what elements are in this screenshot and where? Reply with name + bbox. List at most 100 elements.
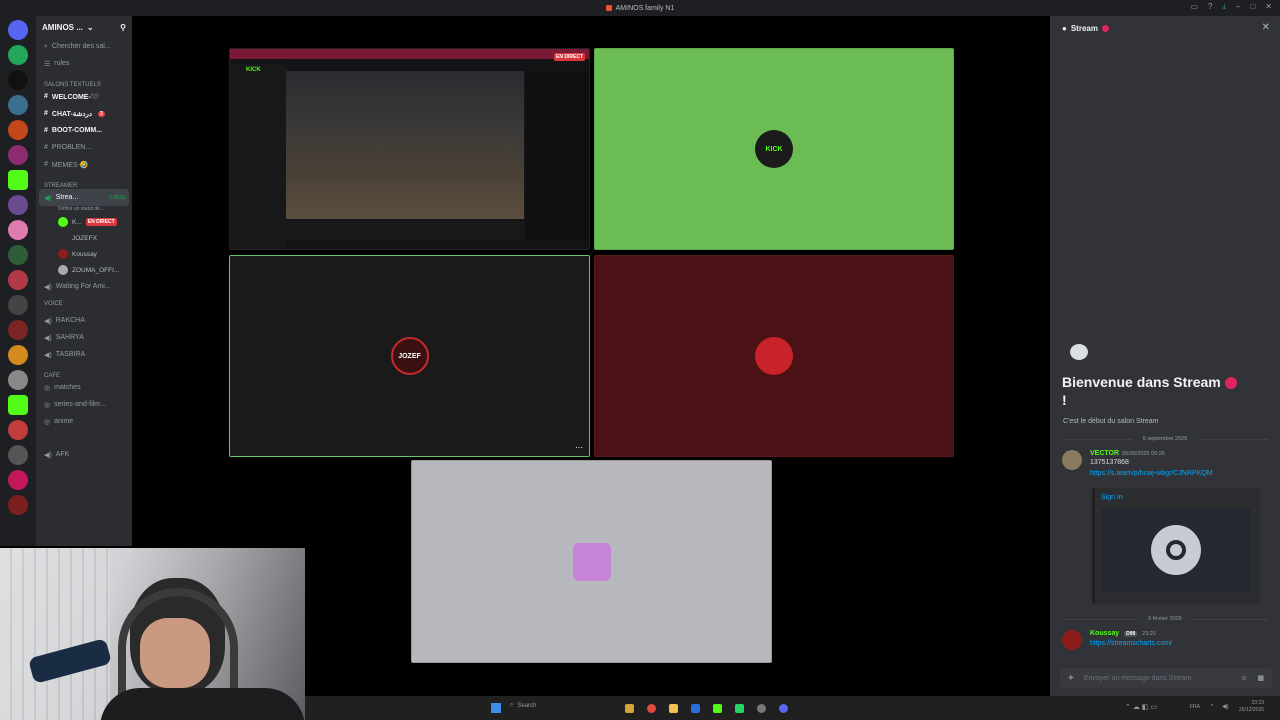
channel-stream[interactable]: ◀) Strea... 1:08:01 — [39, 189, 129, 206]
server-icon[interactable] — [8, 395, 28, 415]
voice-user[interactable]: K... EN DIRECT — [36, 214, 132, 230]
server-icon[interactable] — [8, 495, 28, 515]
voice-channel-sahrya[interactable]: ◀) SAHRYA — [36, 329, 132, 346]
embed-title[interactable]: Sign In — [1101, 494, 1254, 501]
forum-icon: ◎ — [44, 418, 51, 426]
server-icon[interactable] — [8, 170, 28, 190]
voice-channel-waiting[interactable]: ◀) Waiting For Ami... — [36, 278, 132, 295]
kick-app-icon[interactable] — [713, 704, 722, 713]
server-icon[interactable] — [8, 320, 28, 340]
taskbar-search[interactable]: ⌕ Search — [510, 702, 536, 709]
plus-icon[interactable]: + — [1068, 673, 1074, 684]
avatar[interactable] — [1062, 450, 1082, 470]
server-icon[interactable] — [8, 295, 28, 315]
maximize-icon[interactable]: □ — [1250, 2, 1255, 12]
minimize-icon[interactable]: – — [1236, 2, 1240, 12]
channel-label: WELCOME-🖤 — [51, 93, 100, 101]
channel-memes[interactable]: # MEMES-🤣 — [36, 156, 132, 173]
message-author[interactable]: Koussay D99 23:21 — [1090, 630, 1172, 637]
participant-tile-jozefx[interactable]: JOZEF ⋯ — [229, 255, 590, 457]
participant-tile-purple[interactable] — [411, 460, 772, 663]
server-icon[interactable] — [8, 420, 28, 440]
language-indicator[interactable]: FRA — [1190, 704, 1200, 710]
forum-channel-series[interactable]: ◎ series-and-film... — [36, 396, 132, 413]
server-icon[interactable] — [8, 120, 28, 140]
more-options-icon[interactable]: ⋯ — [575, 443, 583, 452]
forum-channel-matches[interactable]: ◎ matches — [36, 379, 132, 396]
server-icon[interactable] — [8, 195, 28, 215]
voice-channel-rakcha[interactable]: ◀) RAKCHA — [36, 312, 132, 329]
server-icon[interactable] — [8, 70, 28, 90]
category-voice[interactable]: VOICE — [36, 295, 132, 312]
add-member-icon[interactable]: ⚲ — [120, 23, 126, 32]
app-icon[interactable] — [691, 704, 700, 713]
link-embed[interactable]: Sign In — [1092, 488, 1260, 604]
screen-share-tile[interactable]: EN DIRECT KICK — [229, 48, 590, 250]
server-icon[interactable] — [8, 45, 28, 65]
channel-rules[interactable]: ☰ rules — [36, 55, 132, 72]
windows-start-icon[interactable] — [491, 703, 501, 713]
message-time: 23:21 — [1142, 631, 1157, 637]
explorer-icon[interactable] — [669, 704, 678, 713]
message: VECTOR 05/09/2025 00:26 1375137868 https:… — [1062, 450, 1213, 477]
channel-search[interactable]: ⌕ Chercher des sal... — [36, 38, 132, 55]
message-link[interactable]: https://s.team/p/hcwj-wbgr/CJNRPKQM — [1090, 470, 1213, 477]
channel-chat[interactable]: # CHAT-دردشة 3 — [36, 105, 132, 122]
channel-boot[interactable]: # BOOT-COMM... — [36, 122, 132, 139]
voice-user[interactable]: Koussay — [36, 246, 132, 262]
channel-label: PROBLEN... — [51, 144, 92, 151]
server-icon[interactable] — [8, 245, 28, 265]
server-icon[interactable] — [8, 345, 28, 365]
message-link[interactable]: https://streamscharts.com/ — [1090, 640, 1172, 647]
download-icon[interactable]: ⤓ — [1222, 2, 1226, 12]
kick-chat — [526, 71, 589, 239]
voice-user[interactable]: ZOUMA_OFFI... — [36, 262, 132, 278]
avatar — [58, 265, 68, 275]
files-icon[interactable] — [625, 704, 634, 713]
participant-tile-red[interactable] — [594, 255, 954, 457]
server-icon[interactable] — [8, 20, 28, 40]
message-input[interactable]: Envoyer un message dans Stream — [1084, 675, 1230, 682]
category-text[interactable]: Salons textuels — [36, 72, 132, 88]
speaker-icon: ◀) — [44, 351, 52, 359]
channel-welcome[interactable]: # WELCOME-🖤 — [36, 88, 132, 105]
clock[interactable]: 23:23 26/12/2025 — [1239, 700, 1264, 714]
avatar[interactable] — [1062, 630, 1082, 650]
whatsapp-icon[interactable] — [735, 704, 744, 713]
server-icon[interactable] — [8, 370, 28, 390]
close-window-icon[interactable]: ✕ — [1265, 2, 1272, 12]
inbox-icon[interactable]: ▭ — [1190, 2, 1198, 12]
emoji-icon[interactable]: ☺ — [1240, 675, 1247, 682]
date-divider: 5 septembre 2025 — [1062, 436, 1268, 442]
forum-channel-anime[interactable]: ◎ anime — [36, 413, 132, 430]
voice-channel-afk[interactable]: ◀) AFK — [36, 446, 132, 463]
server-icon[interactable] — [8, 220, 28, 240]
server-icon[interactable] — [8, 145, 28, 165]
message-author[interactable]: VECTOR 05/09/2025 00:26 — [1090, 450, 1213, 457]
tray-icons[interactable]: ⌃ ☁ ◧ ▭ — [1125, 703, 1157, 711]
channel-problems[interactable]: # PROBLEN... — [36, 139, 132, 156]
network-icon[interactable]: ◔ — [1210, 703, 1214, 709]
voice-user[interactable]: JOZEFX — [36, 230, 132, 246]
server-header[interactable]: AMINOS ... ⌄ ⚲ — [36, 16, 132, 38]
server-icon[interactable] — [8, 445, 28, 465]
apps-icon[interactable]: ▦ — [1257, 674, 1264, 682]
help-icon[interactable]: ? — [1208, 2, 1212, 12]
avatar: JOZEF — [390, 337, 429, 375]
close-icon[interactable]: ✕ — [1262, 22, 1270, 33]
settings-icon[interactable] — [757, 704, 766, 713]
channel-label: BOOT-COMM... — [51, 127, 103, 134]
participant-tile-kick[interactable]: KICK — [594, 48, 954, 250]
title-bar: AMINOS family N1 ▭ ? ⤓ – □ ✕ — [0, 0, 1280, 16]
server-icon[interactable] — [8, 470, 28, 490]
chrome-icon[interactable] — [647, 704, 656, 713]
hash-icon: # — [44, 144, 48, 151]
discord-icon[interactable] — [779, 704, 788, 713]
server-icon[interactable] — [8, 95, 28, 115]
volume-icon[interactable]: ◀) — [1222, 703, 1229, 710]
category-streamer[interactable]: STREAMER — [36, 173, 132, 189]
embed-image — [1101, 508, 1251, 592]
category-cafe[interactable]: CAFE — [36, 363, 132, 379]
server-icon[interactable] — [8, 270, 28, 290]
voice-channel-tasbira[interactable]: ◀) TASBIRA — [36, 346, 132, 363]
